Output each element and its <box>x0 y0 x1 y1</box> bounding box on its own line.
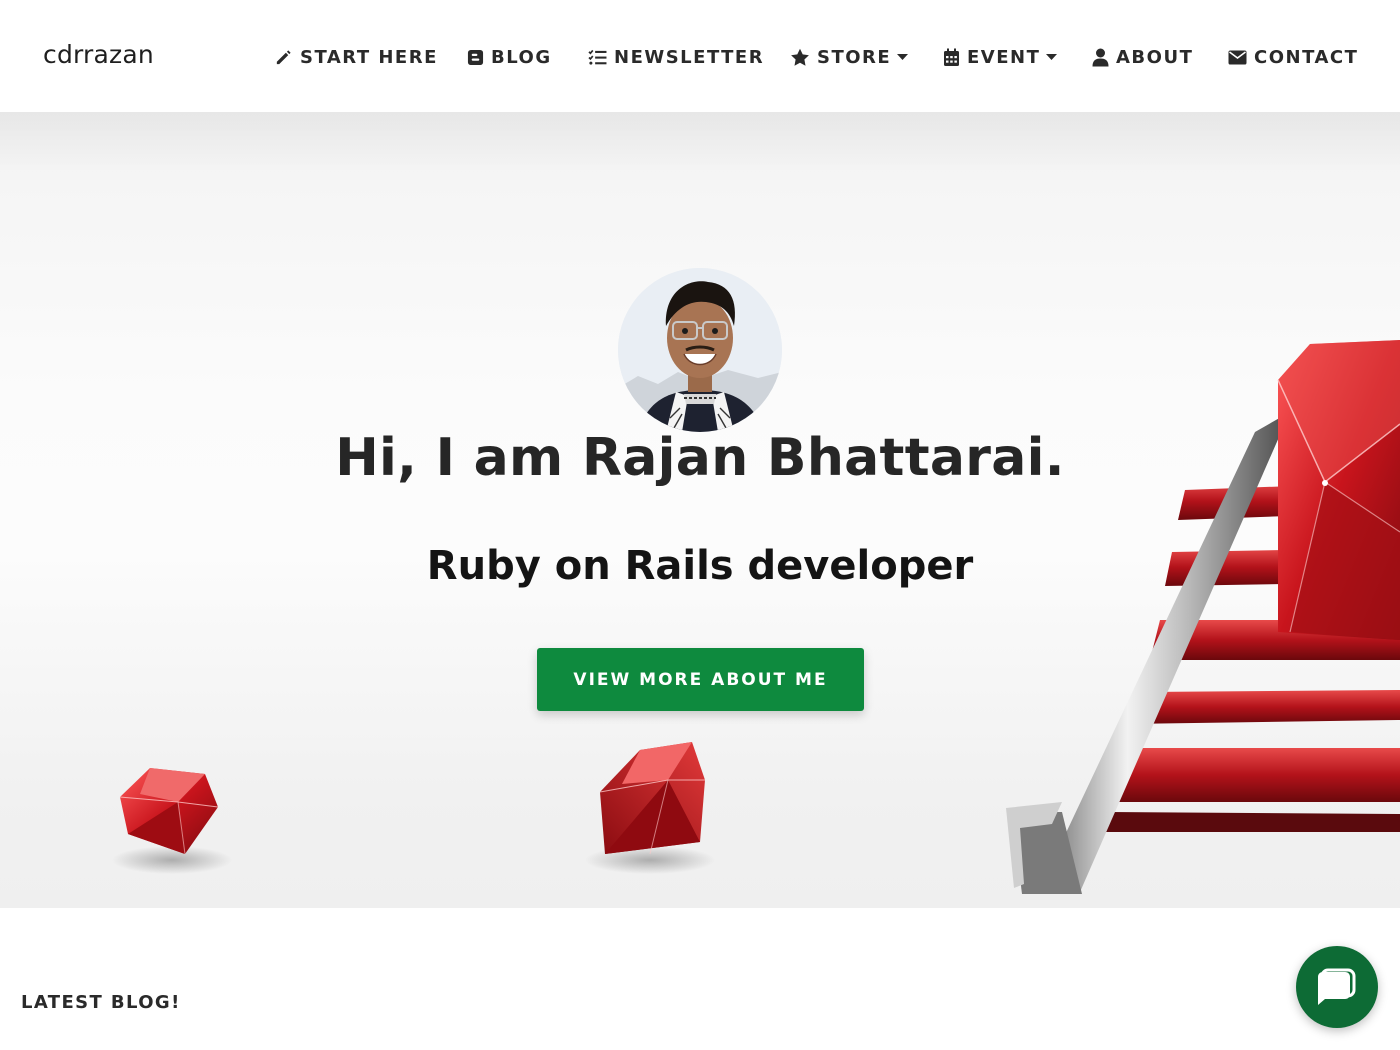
nav-event-label: EVENT <box>967 46 1041 68</box>
nav-store-label: STORE <box>817 46 892 68</box>
nav-newsletter-label: NEWSLETTER <box>614 46 765 68</box>
envelope-icon <box>1228 50 1247 64</box>
nav-about-label: ABOUT <box>1116 46 1194 68</box>
nav-event[interactable]: EVENT <box>943 44 1058 70</box>
chevron-down-icon <box>1046 53 1058 60</box>
rails-logo-art <box>1006 340 1400 894</box>
blogger-icon <box>467 49 484 65</box>
nav-contact[interactable]: CONTACT <box>1228 44 1358 70</box>
user-icon <box>1092 48 1109 66</box>
calendar-icon <box>944 48 959 66</box>
hero-section <box>0 112 1400 908</box>
nav-start-here[interactable]: START HERE <box>274 44 438 70</box>
profile-avatar <box>618 268 782 432</box>
nav-about[interactable]: ABOUT <box>1092 44 1193 70</box>
pencil-icon <box>276 49 291 64</box>
view-more-about-me-button[interactable]: VIEW MORE ABOUT ME <box>537 648 864 711</box>
nav-blog[interactable]: BLOG <box>467 44 552 70</box>
ruby-gem-left <box>112 768 232 874</box>
chat-widget-button[interactable] <box>1296 946 1378 1028</box>
nav-start-here-label: START HERE <box>300 46 438 68</box>
profile-photo <box>618 268 782 432</box>
chevron-down-icon <box>897 53 909 60</box>
star-icon <box>791 48 809 66</box>
nav-contact-label: CONTACT <box>1254 46 1359 68</box>
hero-subtitle: Ruby on Rails developer <box>426 543 974 589</box>
brand-logo[interactable]: cdrrazan <box>43 40 154 69</box>
nav-blog-label: BLOG <box>491 46 552 68</box>
ruby-gem-center <box>585 742 715 874</box>
latest-blog-title: LATEST BLOG! <box>21 992 181 1013</box>
nav-store[interactable]: STORE <box>790 44 909 70</box>
site-header: cdrrazan START HERE BLOG NEWSLETTER STOR… <box>0 0 1400 112</box>
hero-headline: Hi, I am Rajan Bhattarai. <box>335 428 1065 488</box>
chat-bubble-icon <box>1318 968 1356 1005</box>
list-check-icon <box>588 49 607 65</box>
hero-background-art <box>112 340 1400 894</box>
nav-newsletter[interactable]: NEWSLETTER <box>588 44 764 70</box>
